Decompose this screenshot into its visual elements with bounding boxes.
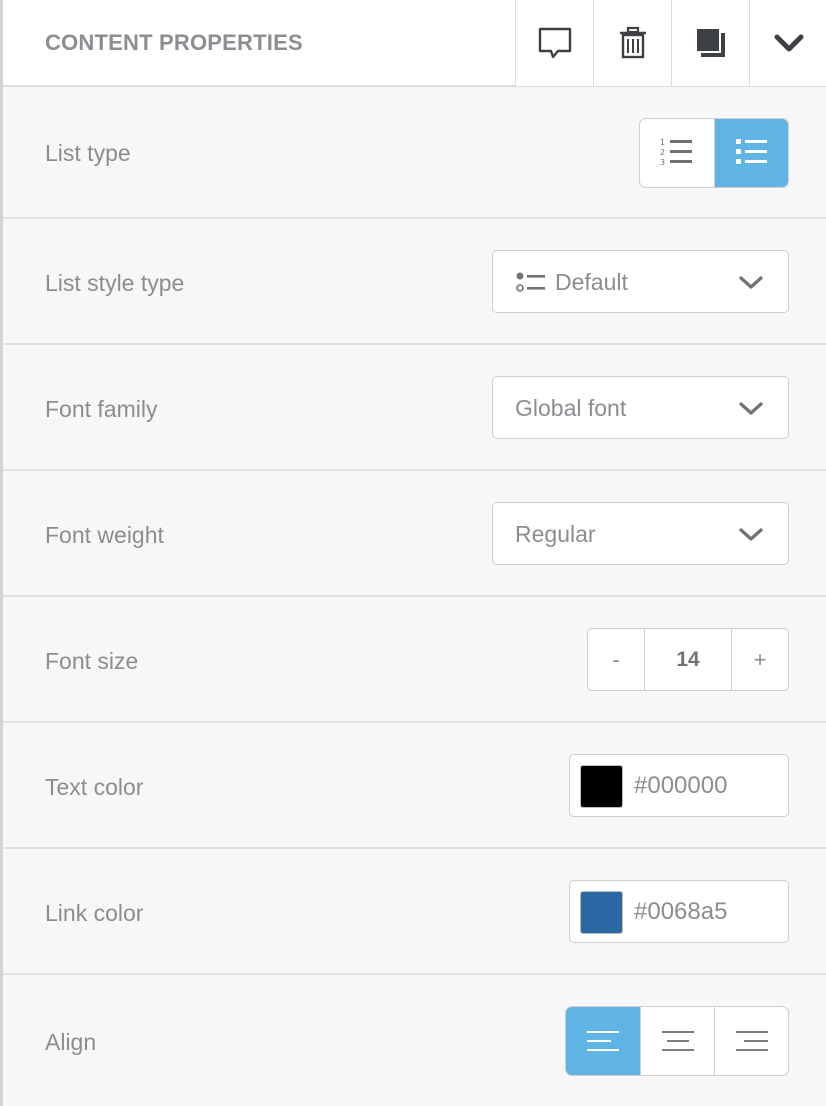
panel-header: CONTENT PROPERTIES: [3, 0, 826, 87]
list-style-icon: [516, 272, 545, 292]
list-style-type-value: Default: [555, 269, 628, 295]
decrease-font-size-button[interactable]: -: [588, 629, 644, 690]
chevron-down-icon: [739, 528, 763, 541]
text-color-value: #000000: [634, 772, 728, 799]
speech-bubble-icon: [538, 27, 571, 59]
collapse-button[interactable]: [749, 0, 826, 86]
font-weight-select[interactable]: Regular: [492, 502, 789, 565]
ordered-list-button[interactable]: 1 2 3: [640, 119, 714, 187]
panel-title: CONTENT PROPERTIES: [45, 30, 303, 55]
link-color-label: Link color: [45, 900, 144, 926]
trash-icon: [619, 26, 646, 59]
unordered-list-button[interactable]: [714, 119, 788, 187]
list-type-label: List type: [45, 140, 131, 166]
row-list-style-type: List style type Default: [3, 219, 826, 345]
unordered-list-icon: [735, 139, 767, 164]
row-link-color: Link color #0068a5: [3, 849, 826, 975]
chevron-down-icon: [739, 276, 763, 289]
text-color-label: Text color: [45, 774, 144, 800]
list-type-toggle: 1 2 3: [639, 118, 789, 188]
link-color-swatch[interactable]: [580, 891, 623, 934]
increase-font-size-button[interactable]: +: [732, 629, 788, 690]
font-size-value[interactable]: 14: [644, 629, 732, 690]
list-style-type-select[interactable]: Default: [492, 250, 789, 313]
list-style-type-label: List style type: [45, 270, 185, 296]
chevron-down-icon: [739, 402, 763, 415]
row-font-size: Font size - 14 +: [3, 597, 826, 723]
comment-button[interactable]: [515, 0, 593, 86]
link-color-value: #0068a5: [634, 898, 728, 925]
row-align: Align: [3, 975, 826, 1106]
text-color-picker[interactable]: #000000: [569, 754, 789, 817]
delete-button[interactable]: [593, 0, 671, 86]
font-size-stepper: - 14 +: [587, 628, 789, 691]
ordered-list-icon: 1 2 3: [660, 138, 692, 167]
align-left-button[interactable]: [566, 1007, 640, 1075]
content-properties-panel: CONTENT PROPERTIES List type 1 2 3 List …: [0, 0, 826, 1106]
row-font-weight: Font weight Regular: [3, 471, 826, 597]
align-toggle: [565, 1006, 789, 1076]
align-right-icon: [735, 1031, 768, 1051]
row-font-family: Font family Global font: [3, 345, 826, 471]
font-size-label: Font size: [45, 648, 139, 674]
align-label: Align: [45, 1029, 97, 1055]
duplicate-icon: [694, 27, 725, 57]
row-list-type: List type 1 2 3: [3, 87, 826, 219]
font-family-value: Global font: [515, 395, 627, 421]
align-center-button[interactable]: [640, 1007, 714, 1075]
svg-text:1: 1: [660, 138, 665, 147]
text-color-swatch[interactable]: [580, 765, 623, 808]
row-text-color: Text color #000000: [3, 723, 826, 849]
align-right-button[interactable]: [714, 1007, 788, 1075]
link-color-picker[interactable]: #0068a5: [569, 880, 789, 943]
chevron-down-icon: [774, 34, 803, 52]
font-weight-value: Regular: [515, 521, 596, 547]
svg-text:2: 2: [660, 148, 665, 157]
font-family-select[interactable]: Global font: [492, 376, 789, 439]
align-center-icon: [661, 1031, 694, 1051]
align-left-icon: [587, 1031, 619, 1051]
svg-text:3: 3: [660, 158, 665, 167]
font-family-label: Font family: [45, 396, 158, 422]
font-weight-label: Font weight: [45, 522, 164, 548]
duplicate-button[interactable]: [671, 0, 749, 86]
